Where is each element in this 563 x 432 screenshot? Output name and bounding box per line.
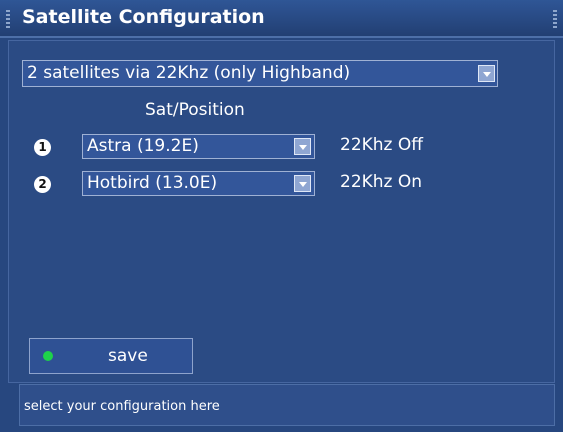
- config-mode-select[interactable]: 2 satellites via 22Khz (only Highband): [22, 60, 498, 87]
- chevron-down-icon[interactable]: [294, 175, 311, 192]
- window-title: Satellite Configuration: [22, 6, 265, 28]
- status-bar: select your configuration here: [19, 384, 555, 426]
- satellite-config-window: Satellite Configuration 2 satellites via…: [0, 0, 563, 432]
- sat-position-header: Sat/Position: [145, 100, 245, 120]
- tone-status-2: 22Khz On: [340, 172, 423, 192]
- satellite-select-2[interactable]: Hotbird (13.0E): [82, 171, 315, 196]
- satellite-select-1[interactable]: Astra (19.2E): [82, 134, 315, 159]
- satellite-value-1: Astra (19.2E): [87, 136, 199, 156]
- left-grip-icon: [6, 10, 10, 30]
- chevron-down-icon[interactable]: [294, 138, 311, 155]
- save-label: save: [108, 346, 148, 366]
- row-number-badge-2: 2: [34, 176, 51, 193]
- save-button[interactable]: save: [29, 338, 193, 374]
- green-dot-icon: [43, 351, 53, 361]
- row-number-badge-1: 1: [34, 139, 51, 156]
- tone-status-1: 22Khz Off: [340, 135, 423, 155]
- satellite-value-2: Hotbird (13.0E): [87, 173, 218, 193]
- title-bar: Satellite Configuration: [0, 0, 563, 38]
- status-text: select your configuration here: [24, 399, 220, 414]
- right-grip-icon: [553, 10, 557, 30]
- chevron-down-icon[interactable]: [478, 65, 495, 82]
- config-panel: [8, 40, 555, 383]
- config-mode-value: 2 satellites via 22Khz (only Highband): [27, 63, 351, 83]
